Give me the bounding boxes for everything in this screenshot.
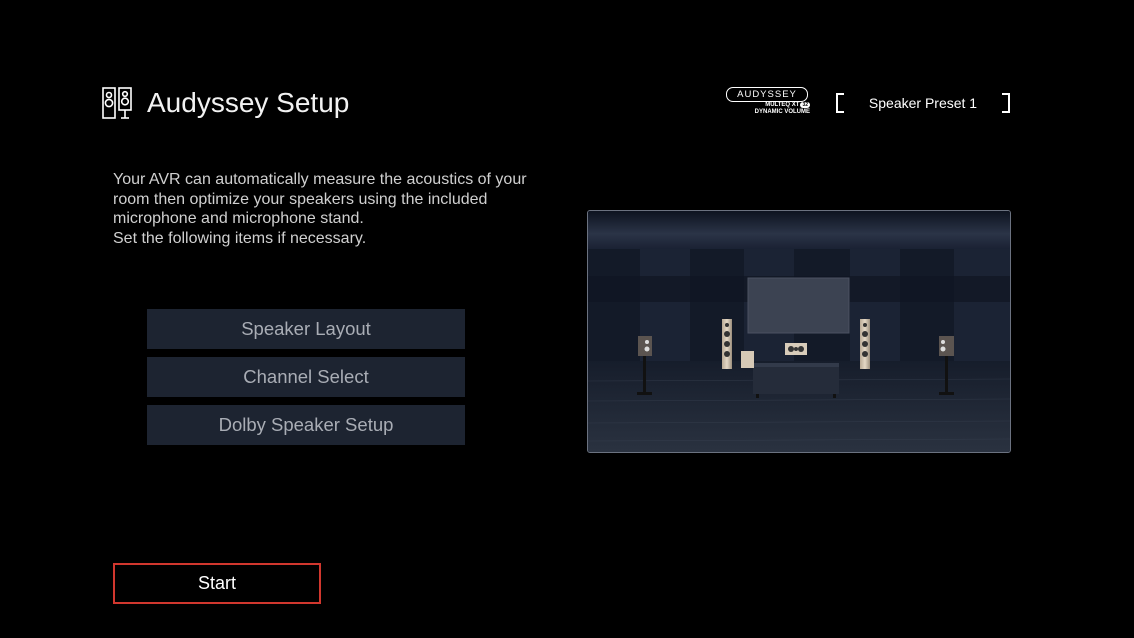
page-title: Audyssey Setup bbox=[147, 87, 350, 118]
room-illustration bbox=[587, 210, 1011, 453]
description-line: Set the following items if necessary. bbox=[113, 229, 367, 247]
logo-multeq: MULTEQ XT 32 bbox=[765, 102, 810, 108]
speakers-icon bbox=[102, 87, 132, 119]
audyssey-logo: AUDYSSEY MULTEQ XT 32 DYNAMIC VOLUME bbox=[726, 87, 810, 119]
right-bracket-icon bbox=[1002, 93, 1010, 113]
logo-dynamic-volume: DYNAMIC VOLUME bbox=[754, 109, 810, 115]
start-button[interactable]: Start bbox=[113, 563, 321, 604]
speaker-preset-selector[interactable]: Speaker Preset 1 bbox=[836, 93, 1010, 113]
menu-item-dolby-speaker-setup[interactable]: Dolby Speaker Setup bbox=[147, 405, 465, 445]
speaker-preset-label: Speaker Preset 1 bbox=[868, 95, 978, 111]
setup-menu: Speaker Layout Channel Select Dolby Spea… bbox=[147, 309, 465, 453]
menu-item-speaker-layout[interactable]: Speaker Layout bbox=[147, 309, 465, 349]
menu-item-channel-select[interactable]: Channel Select bbox=[147, 357, 465, 397]
description-line: Your AVR can automatically measure the a… bbox=[113, 171, 527, 227]
logo-brand: AUDYSSEY bbox=[726, 87, 808, 102]
setup-description: Your AVR can automatically measure the a… bbox=[113, 170, 563, 248]
